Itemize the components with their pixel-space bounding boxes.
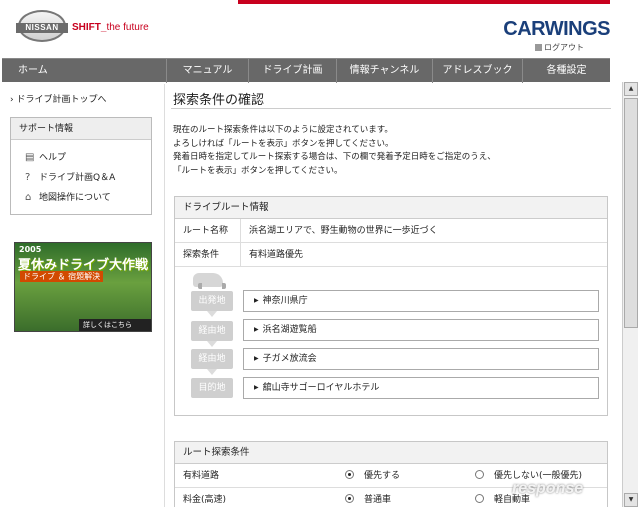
radio-button[interactable] — [475, 470, 484, 479]
response-watermark: response — [512, 480, 584, 497]
radio-button[interactable] — [475, 494, 484, 503]
search-condition-row: 探索条件 有料道路優先 — [175, 243, 607, 267]
logout-label: ログアウト — [544, 43, 584, 52]
stop-via-1-value: 浜名湖遊覧船 — [262, 325, 317, 335]
stop-via-1[interactable]: ▶ 浜名湖遊覧船 — [243, 319, 599, 341]
question-icon: ? — [25, 172, 31, 183]
stop-via-2-value: 子ガメ放流会 — [262, 354, 317, 364]
route-name-value: 浜名湖エリアで、野生動物の世界に一歩近づく — [249, 226, 438, 236]
fee-standard-option[interactable]: 普通車 — [345, 488, 391, 507]
nav-manual[interactable]: マニュアル — [166, 59, 248, 83]
sidebar-item-map-help-label: 地図操作について — [39, 193, 111, 203]
intro-text: 現在のルート探索条件は以下のように設定されています。 よろしければ「ルートを表示… — [173, 124, 609, 178]
slogan-thin: the future — [106, 22, 149, 33]
nav-info-channel[interactable]: 情報チャンネル — [336, 59, 432, 83]
stop-start-value: 神奈川県庁 — [262, 296, 308, 306]
intro-line: 発着日時を指定してルート探索する場合は、下の欄で発着予定日時をご指定のうえ、 — [173, 152, 496, 162]
banner-more-link[interactable]: 詳しくはこちら — [79, 319, 151, 331]
stop-via-2[interactable]: ▶ 子ガメ放流会 — [243, 348, 599, 370]
scroll-down-button[interactable]: ▼ — [624, 493, 638, 507]
page-title: 探索条件の確認 — [173, 93, 265, 108]
intro-line: 現在のルート探索条件は以下のように設定されています。 — [173, 125, 393, 135]
search-condition-key: 探索条件 — [175, 243, 241, 266]
drive-plan-top-link[interactable]: › ドライブ計画トップへ — [10, 92, 155, 105]
triangle-right-icon: ▶ — [254, 326, 259, 333]
route-name-key: ルート名称 — [175, 219, 241, 242]
vertical-scrollbar[interactable]: ▲ ▼ — [622, 82, 638, 507]
route-stops: 出発地 ▶ 神奈川県庁 経由地 ▶ 浜名湖遊覧船 経由地 ▶ 子ガメ放流会 目的地 ▶… — [175, 267, 607, 407]
main-nav: ホーム マニュアル ドライブ計画 情報チャンネル アドレスブック 各種設定 — [2, 58, 610, 83]
intro-line: よろしければ「ルートを表示」ボタンを押してください。 — [173, 138, 394, 149]
triangle-right-icon: ▶ — [254, 297, 259, 304]
header: NISSAN SHIFT_the future CARWINGS ログアウト — [0, 0, 616, 58]
slogan: SHIFT_the future — [72, 22, 149, 33]
radio-button[interactable] — [345, 494, 354, 503]
nav-home[interactable]: ホーム — [2, 59, 162, 83]
search-condition-value: 有料道路優先 — [249, 250, 304, 260]
logout-icon — [535, 44, 542, 51]
nav-drive-plan[interactable]: ドライブ計画 — [248, 59, 336, 83]
stop-label-via-2: 経由地 — [191, 349, 233, 375]
main-content: 探索条件の確認 現在のルート探索条件は以下のように設定されています。 よろしけれ… — [164, 84, 612, 507]
carwings-logo[interactable]: CARWINGS — [503, 18, 610, 41]
search-conditions-title: ルート探索条件 — [175, 442, 607, 464]
sidebar: › ドライブ計画トップへ サポート情報 ▤ ヘルプ ? ドライブ計画Q＆A ⌂ 地図操… — [10, 92, 155, 215]
radio-button[interactable] — [345, 470, 354, 479]
sidebar-item-faq[interactable]: ? ドライブ計画Q＆A — [11, 168, 151, 188]
stop-start[interactable]: ▶ 神奈川県庁 — [243, 290, 599, 312]
toll-road-key: 有料道路 — [183, 471, 220, 481]
title-divider — [171, 108, 611, 109]
toll-prefer-option[interactable]: 優先する — [345, 464, 400, 488]
nissan-logo[interactable]: NISSAN — [16, 10, 68, 42]
slogan-bold: SHIFT_ — [72, 22, 107, 33]
stop-destination[interactable]: ▶ 舘山寺サゴーロイヤルホテル — [243, 377, 599, 399]
fee-key: 料金(高速) — [183, 495, 227, 505]
summer-campaign-banner[interactable]: 2005 夏休みドライブ大作戦 ドライブ ＆ 宿題解決 詳しくはこちら — [14, 242, 152, 332]
route-name-row: ルート名称 浜名湖エリアで、野生動物の世界に一歩近づく — [175, 219, 607, 243]
car-icon — [193, 273, 226, 289]
toll-prefer-label: 優先する — [364, 471, 401, 481]
sidebar-item-help[interactable]: ▤ ヘルプ — [11, 148, 151, 168]
nissan-logo-text: NISSAN — [16, 23, 68, 33]
support-title: サポート情報 — [11, 118, 151, 140]
nav-address-book[interactable]: アドレスブック — [432, 59, 522, 83]
stop-label-via-1: 経由地 — [191, 321, 233, 347]
logout-link[interactable]: ログアウト — [535, 42, 584, 53]
triangle-right-icon: ▶ — [254, 355, 259, 362]
banner-subtitle: ドライブ ＆ 宿題解決 — [20, 271, 104, 282]
scroll-up-button[interactable]: ▲ — [624, 82, 638, 96]
route-info-panel: ドライブルート情報 ルート名称 浜名湖エリアで、野生動物の世界に一歩近づく 探索… — [174, 196, 608, 416]
stop-label-destination: 目的地 — [191, 378, 233, 398]
stop-label-start: 出発地 — [191, 291, 233, 317]
stop-destination-value: 舘山寺サゴーロイヤルホテル — [262, 383, 380, 393]
fee-standard-label: 普通車 — [364, 495, 392, 505]
nav-settings[interactable]: 各種設定 — [522, 59, 610, 83]
drive-plan-top-label: ドライブ計画トップへ — [16, 95, 107, 105]
banner-year: 2005 — [19, 245, 42, 254]
triangle-right-icon: ▶ — [254, 384, 259, 391]
support-box: サポート情報 ▤ ヘルプ ? ドライブ計画Q＆A ⌂ 地図操作について — [10, 117, 152, 215]
sidebar-item-faq-label: ドライブ計画Q＆A — [39, 173, 116, 183]
sidebar-item-help-label: ヘルプ — [39, 153, 67, 163]
intro-line: 「ルートを表示」ボタンを押してください。 — [173, 165, 343, 176]
sidebar-item-map-help[interactable]: ⌂ 地図操作について — [11, 188, 151, 208]
scrollbar-thumb[interactable] — [624, 98, 638, 328]
document-icon: ▤ — [25, 152, 35, 163]
mouse-icon: ⌂ — [25, 192, 32, 203]
route-info-title: ドライブルート情報 — [175, 197, 607, 219]
